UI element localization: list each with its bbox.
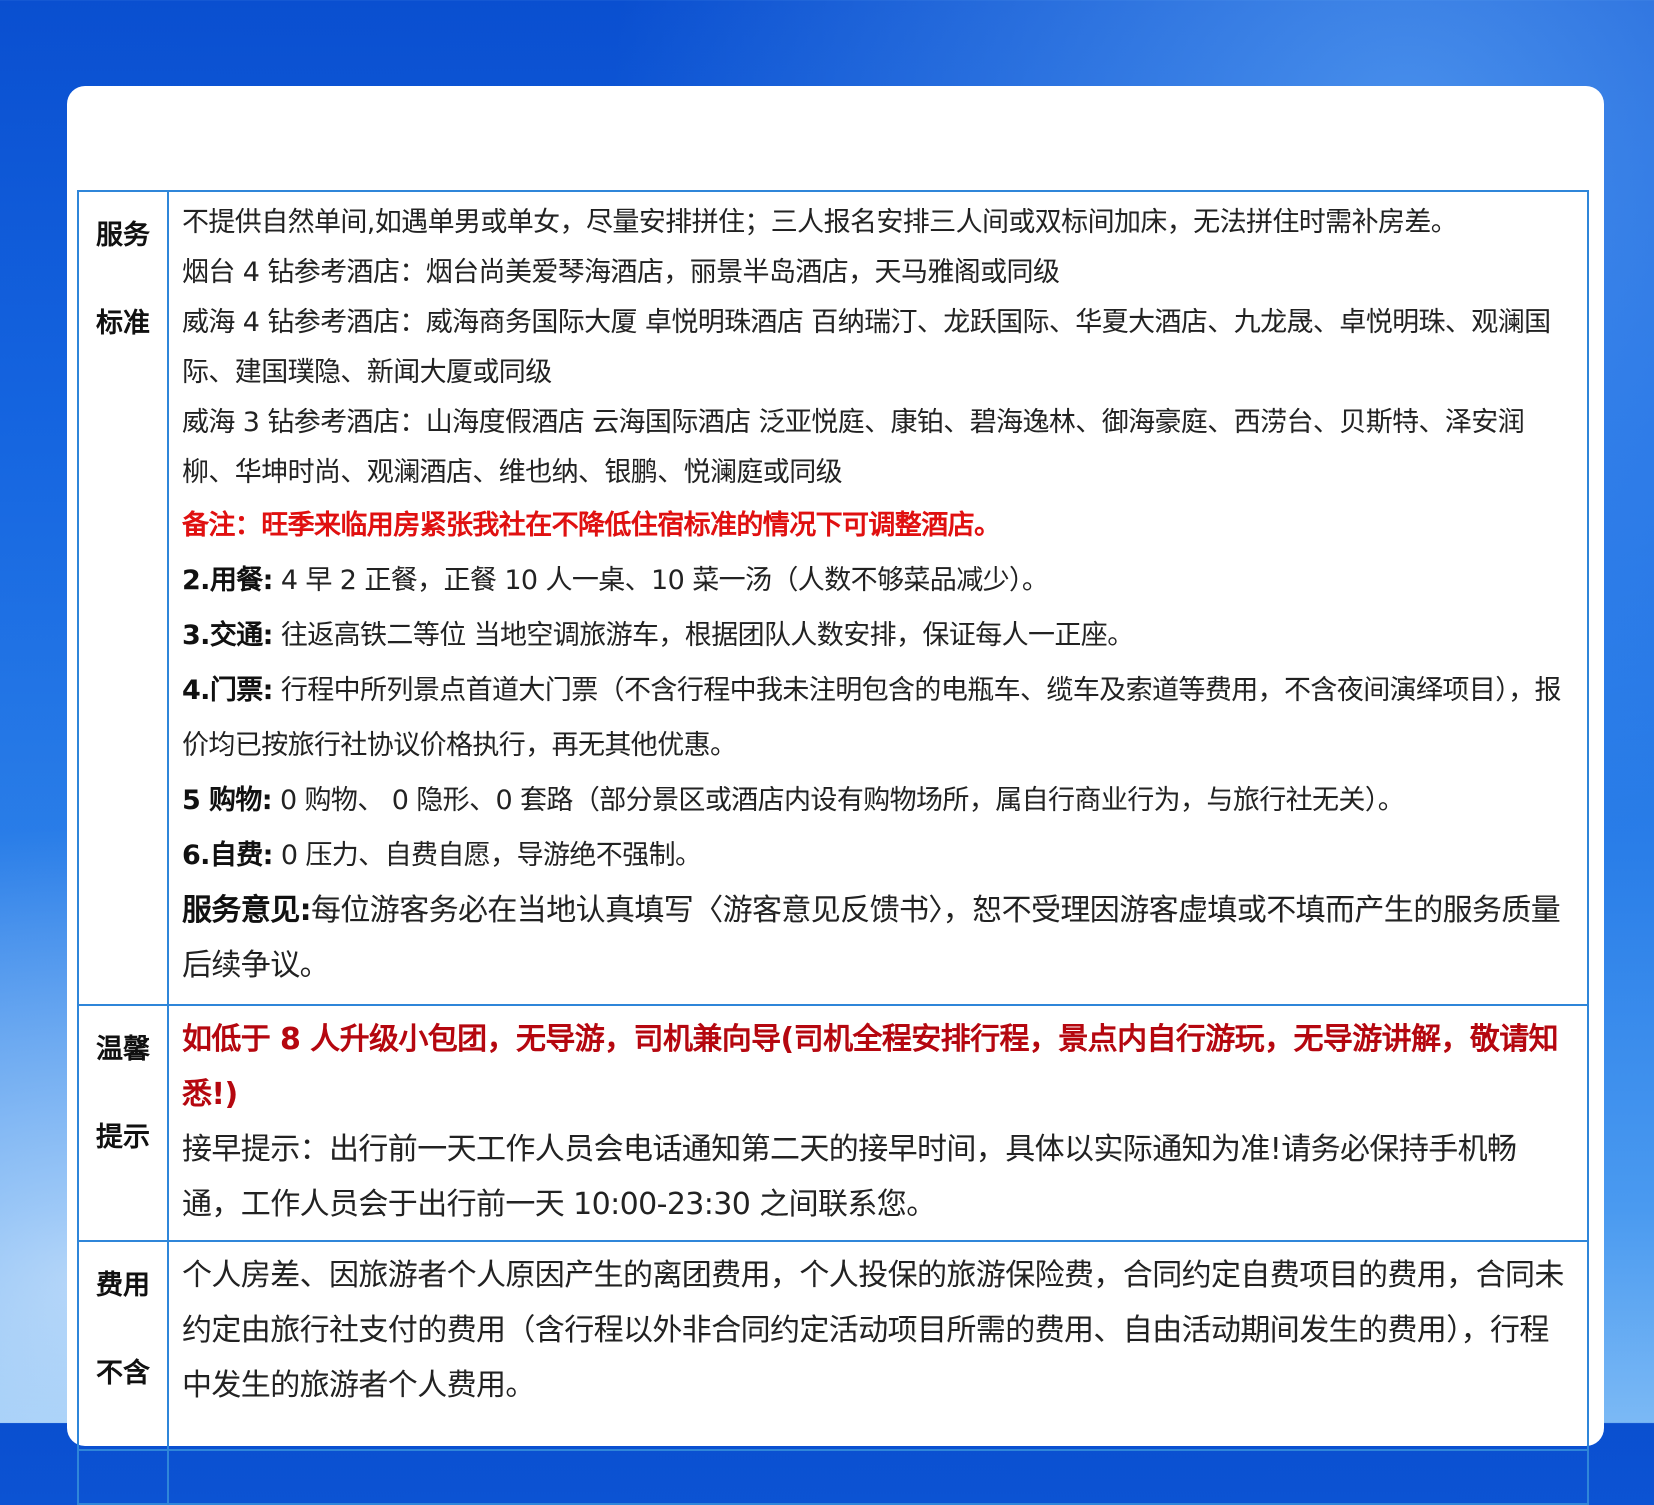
small-group-notice: 如低于 8 人升级小包团，无导游，司机兼向导(司机全程安排行程，景点内自行游玩，…: [182, 1022, 1559, 1112]
weihai-3diamond-hotels: 威海 3 钻参考酒店：山海度假酒店 云海国际酒店 泛亚悦庭、康铂、碧海逸林、御海…: [182, 407, 1525, 488]
item-text: 0 压力、自费自愿，导游绝不强制。: [272, 840, 702, 871]
tips-content: 如低于 8 人升级小包团，无导游，司机兼向导(司机全程安排行程，景点内自行游玩，…: [167, 1004, 1589, 1242]
next-row-label: [77, 1449, 169, 1505]
opinion-key: 服务意见:: [182, 893, 312, 928]
transport-item: 3.交通: 往返高铁二等位 当地空调旅游车，根据团队人数安排，保证每人一正座。: [182, 608, 1573, 663]
item-key: 4.门票:: [182, 675, 273, 706]
service-standard-content: 不提供自然单间,如遇单男或单女，尽量安排拼住；三人报名安排三人间或双标间加床，无…: [167, 190, 1589, 1006]
label-line: 服务: [96, 220, 150, 251]
item-key: 2.用餐:: [182, 565, 273, 596]
item-text: 行程中所列景点首道大门票（不含行程中我未注明包含的电瓶车、缆车及索道等费用，不含…: [182, 675, 1562, 761]
item-text: 往返高铁二等位 当地空调旅游车，根据团队人数安排，保证每人一正座。: [272, 620, 1134, 651]
label-line: 标准: [96, 308, 150, 339]
yantai-hotels: 烟台 4 钻参考酒店：烟台尚美爱琴海酒店，丽景半岛酒店，天马雅阁或同级: [182, 257, 1060, 288]
tickets-item: 4.门票: 行程中所列景点首道大门票（不含行程中我未注明包含的电瓶车、缆车及索道…: [182, 663, 1573, 773]
item-key: 3.交通:: [182, 620, 273, 651]
item-key: 6.自费:: [182, 840, 273, 871]
item-key: 5 购物:: [182, 785, 273, 816]
label-line: 提示: [96, 1122, 150, 1153]
label-line: 不含: [96, 1358, 150, 1389]
hotel-note: 备注：旺季来临用房紧张我社在不降低住宿标准的情况下可调整酒店。: [182, 510, 1001, 541]
fee-excluded-row: 费用 不含 个人房差、因旅游者个人原因产生的离团费用，个人投保的旅游保险费，合同…: [77, 1240, 1589, 1451]
tips-label: 温馨 提示: [77, 1004, 169, 1242]
meals-item: 2.用餐: 4 早 2 正餐，正餐 10 人一桌、10 菜一汤（人数不够菜品减少…: [182, 553, 1573, 608]
label-line: 费用: [96, 1270, 150, 1301]
item-text: 0 购物、 0 隐形、0 套路（部分景区或酒店内设有购物场所，属自行商业行为，与…: [271, 785, 1405, 816]
label-line: 温馨: [96, 1034, 150, 1065]
pickup-notice: 接早提示：出行前一天工作人员会电话通知第二天的接早时间，具体以实际通知为准!请务…: [182, 1132, 1517, 1222]
service-opinion: 服务意见:每位游客务必在当地认真填写〈游客意见反馈书〉，恕不受理因游客虚填或不填…: [182, 883, 1573, 993]
itinerary-info-table: 服务 标准 不提供自然单间,如遇单男或单女，尽量安排拼住；三人报名安排三人间或双…: [77, 190, 1589, 1505]
fee-excluded-label: 费用 不含: [77, 1240, 169, 1451]
item-text: 4 早 2 正餐，正餐 10 人一桌、10 菜一汤（人数不够菜品减少）。: [272, 565, 1049, 596]
single-room-policy: 不提供自然单间,如遇单男或单女，尽量安排拼住；三人报名安排三人间或双标间加床，无…: [182, 207, 1458, 238]
fee-excluded-content: 个人房差、因旅游者个人原因产生的离团费用，个人投保的旅游保险费，合同约定自费项目…: [167, 1240, 1589, 1451]
service-standard-row: 服务 标准 不提供自然单间,如遇单男或单女，尽量安排拼住；三人报名安排三人间或双…: [77, 190, 1589, 1006]
tips-row: 温馨 提示 如低于 8 人升级小包团，无导游，司机兼向导(司机全程安排行程，景点…: [77, 1004, 1589, 1242]
shopping-item: 5 购物: 0 购物、 0 隐形、0 套路（部分景区或酒店内设有购物场所，属自行…: [182, 773, 1573, 828]
next-row-content: [167, 1449, 1589, 1505]
self-pay-item: 6.自费: 0 压力、自费自愿，导游绝不强制。: [182, 828, 1573, 883]
opinion-text: 每位游客务必在当地认真填写〈游客意见反馈书〉，恕不受理因游客虚填或不填而产生的服…: [182, 893, 1561, 983]
weihai-4diamond-hotels: 威海 4 钻参考酒店：威海商务国际大厦 卓悦明珠酒店 百纳瑞汀、龙跃国际、华夏大…: [182, 307, 1551, 388]
next-row: [77, 1449, 1589, 1505]
fee-excluded-text: 个人房差、因旅游者个人原因产生的离团费用，个人投保的旅游保险费，合同约定自费项目…: [182, 1258, 1564, 1403]
service-standard-label: 服务 标准: [77, 190, 169, 1006]
